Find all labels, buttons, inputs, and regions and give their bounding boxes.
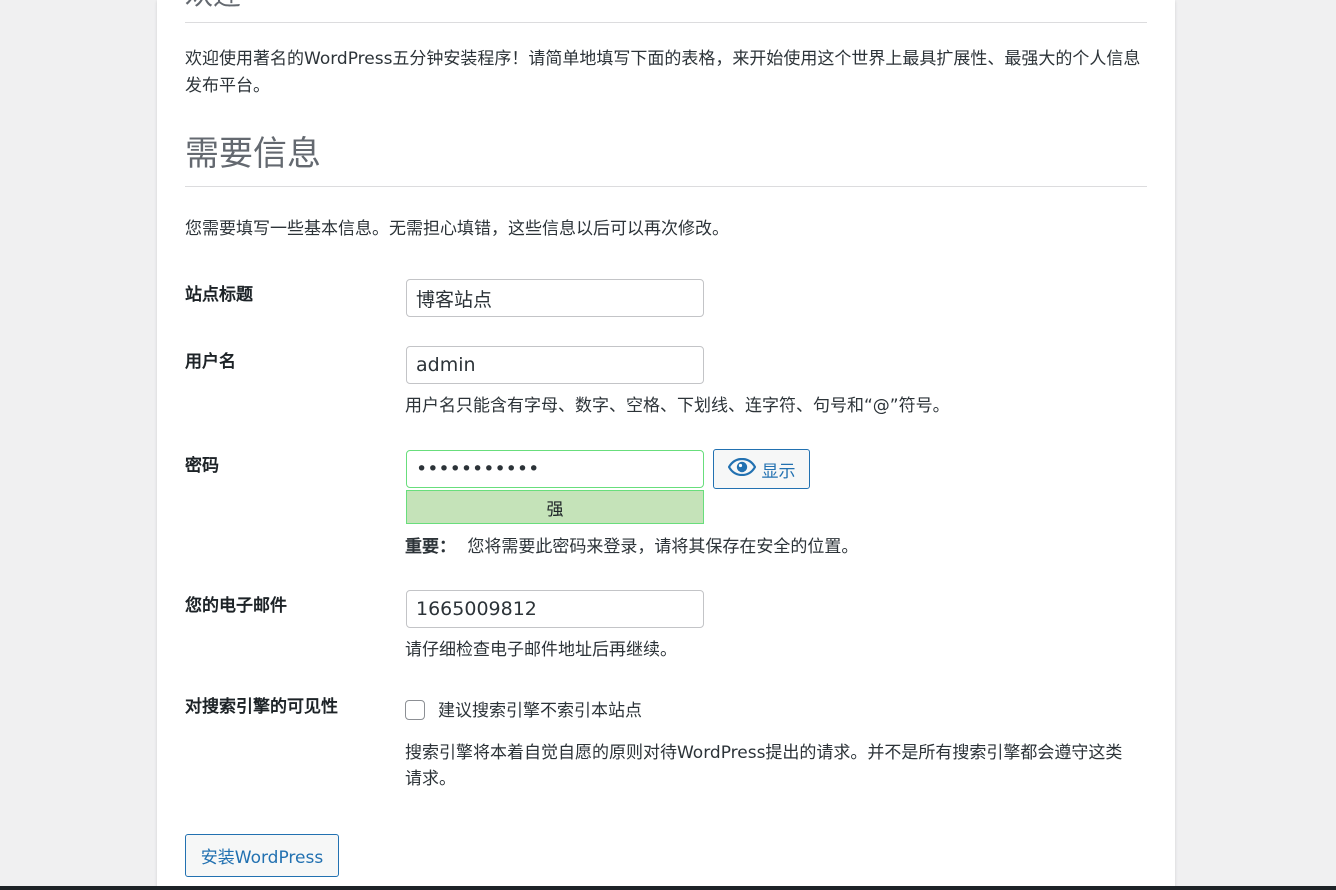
site-title-input[interactable] [406,279,704,317]
email-hint: 请仔细检查电子邮件地址后再继续。 [405,640,677,660]
important-label: 重要： [405,537,456,557]
username-input[interactable] [406,346,704,384]
username-hint: 用户名只能含有字母、数字、空格、下划线、连字符、句号和“@”符号。 [405,396,950,416]
install-wordpress-button[interactable]: 安装WordPress [185,834,339,877]
info-heading: 需要信息 [185,134,321,174]
noindex-checkbox-label[interactable]: 建议搜索引擎不索引本站点 [438,698,642,724]
password-strength-meter: 强 [406,490,704,524]
password-input[interactable] [406,450,704,488]
username-label: 用户名 [185,352,236,372]
welcome-text: 欢迎使用著名的WordPress五分钟安装程序！请简单地填写下面的表格，来开始使… [185,49,1141,96]
noindex-checkbox[interactable] [405,700,425,720]
password-label: 密码 [185,456,219,476]
password-strength-label: 强 [546,499,564,520]
welcome-heading: 欢迎 [185,0,241,12]
divider [185,22,1147,23]
email-input[interactable] [406,590,704,628]
taskbar-edge [0,886,1336,890]
info-text: 您需要填写一些基本信息。无需担心填错，这些信息以后可以再次修改。 [185,219,729,239]
show-password-button[interactable]: 显示 [713,449,810,489]
password-important-note: 重要： 您将需要此密码来登录，请将其保存在安全的位置。 [405,534,858,560]
site-title-label: 站点标题 [185,285,253,305]
important-text: 您将需要此密码来登录，请将其保存在安全的位置。 [467,537,859,557]
eye-icon [727,457,756,481]
show-password-label: 显示 [761,461,796,482]
visibility-label: 对搜索引擎的可见性 [185,697,338,717]
visibility-hint: 搜索引擎将本着自觉自愿的原则对待WordPress提出的请求。并不是所有搜索引擎… [405,743,1123,789]
divider [185,186,1147,187]
email-label: 您的电子邮件 [185,596,287,616]
